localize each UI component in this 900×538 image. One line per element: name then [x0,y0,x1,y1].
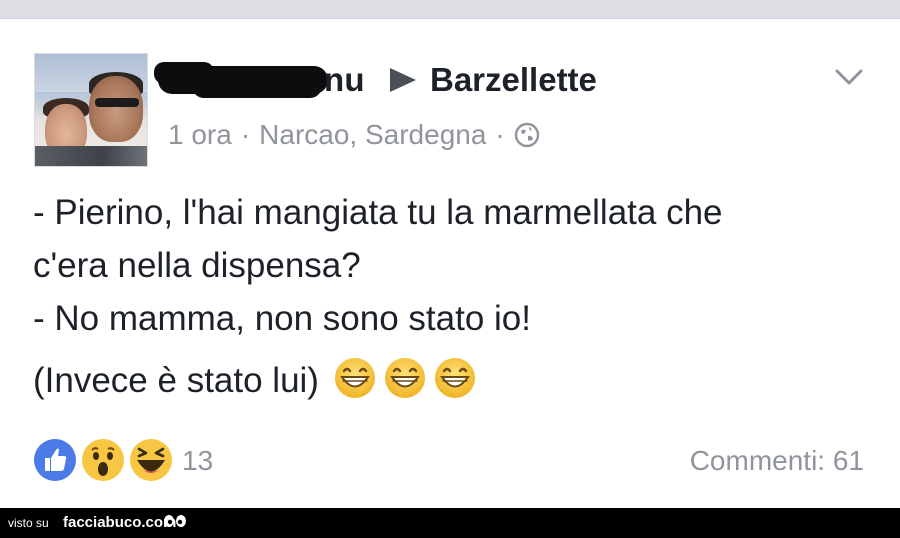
post-text-line: - Pierino, l'hai mangiata tu la marmella… [33,193,723,232]
post-text-line: c'era nella dispensa? [33,246,361,285]
post-text-line: (Invece è stato lui) [33,361,319,400]
grinning-face-icon [384,358,425,398]
post-location[interactable]: Narcao, Sardegna [259,119,486,150]
redacted-author-name[interactable] [152,60,332,100]
watermark-brand: facciabuco.com [63,514,177,531]
haha-icon[interactable] [128,437,174,483]
eyes-logo-icon [164,515,186,527]
globe-icon[interactable] [514,122,540,148]
share-to-arrow-icon [390,68,416,92]
comments-count[interactable]: Commenti: 61 [690,443,864,479]
post-time[interactable]: 1 ora [168,119,232,150]
wow-icon[interactable] [80,437,126,483]
like-icon[interactable] [32,437,78,483]
watermark-bar: visto su facciabuco.com [0,508,900,538]
author-avatar[interactable] [34,53,148,167]
top-bar [0,0,900,19]
reaction-count[interactable]: 13 [182,443,213,479]
post-text-line: - No mamma, non sono stato io! [33,299,531,338]
post-text-last-line: (Invece è stato lui) [33,354,873,407]
watermark-visto-text: visto su [8,516,49,530]
post-meta: 1 ora · Narcao, Sardegna · [168,117,540,153]
grinning-face-icon [334,358,375,398]
meta-separator: · [240,119,251,150]
post-body: - Pierino, l'hai mangiata tu la marmella… [33,186,873,407]
author-name-suffix[interactable]: nu [324,60,365,100]
chevron-down-icon[interactable] [834,66,864,88]
meta-separator: · [495,119,505,150]
group-name-link[interactable]: Barzellette [430,60,597,100]
grinning-face-icon [434,358,475,398]
